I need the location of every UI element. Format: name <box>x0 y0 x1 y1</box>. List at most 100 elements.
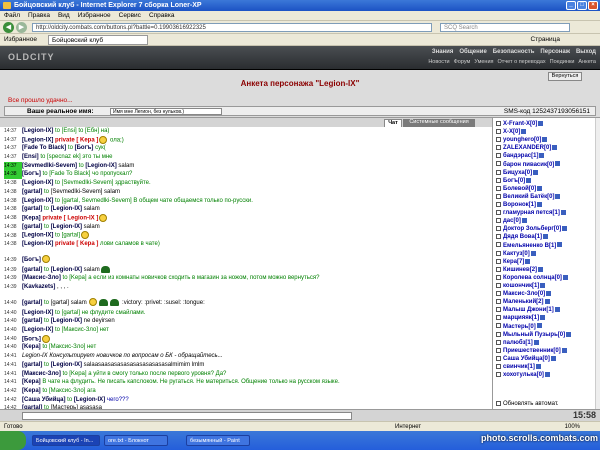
nickname-link[interactable]: [Kepa] <box>22 344 41 350</box>
user-list-item[interactable]: younghero[0] <box>496 136 548 144</box>
user-info-icon[interactable] <box>540 315 546 321</box>
user-select-checkbox[interactable] <box>496 250 501 256</box>
message-time[interactable]: 14:37 <box>4 127 22 136</box>
subnav-forum[interactable]: Форум <box>454 59 471 65</box>
nickname-link[interactable]: [gartal] <box>22 362 42 368</box>
message-time[interactable]: 14:38 <box>4 188 22 197</box>
message-time[interactable]: 14:37 <box>4 144 22 153</box>
user-list-item[interactable]: кошончик[1] <box>496 282 546 290</box>
user-select-checkbox[interactable] <box>496 291 501 297</box>
menu-tools[interactable]: Сервис <box>119 11 141 20</box>
user-name[interactable]: Дядя Вова[1] <box>503 234 542 240</box>
user-name[interactable]: Мастерь[0] <box>503 324 536 330</box>
nickname-link[interactable]: [Богъ] <box>75 145 94 151</box>
user-name[interactable]: Королева солнца[0] <box>503 275 562 281</box>
user-list-item[interactable]: свинчик[1] <box>496 363 541 371</box>
favorites-button[interactable]: Избранное <box>4 34 37 46</box>
nickname-link[interactable]: [Legion-IX] <box>22 310 53 316</box>
user-list-item[interactable]: Кишинев[2] <box>496 266 544 274</box>
nickname-link[interactable]: [Legion-IX] <box>22 233 53 239</box>
user-info-icon[interactable] <box>538 266 544 272</box>
user-info-icon[interactable] <box>521 218 527 224</box>
nickname-link[interactable]: [gartal] <box>22 206 42 212</box>
nickname-link[interactable]: [Legion-IX] <box>22 137 53 143</box>
taskbar-item-ie[interactable]: Бойцовский клуб - In... <box>32 435 100 446</box>
message-time[interactable]: 14:41 <box>4 352 22 361</box>
user-list-item[interactable]: бандэрас[1] <box>496 152 545 160</box>
user-select-checkbox[interactable] <box>496 258 501 264</box>
user-select-checkbox[interactable] <box>496 201 501 207</box>
user-select-checkbox[interactable] <box>496 210 501 216</box>
menu-file[interactable]: Файл <box>4 11 20 20</box>
window-titlebar[interactable]: Бойцовский клуб - Internet Explorer 7 сб… <box>0 0 600 11</box>
user-name[interactable]: марцияяк[1] <box>503 315 539 321</box>
user-name[interactable]: барон пивасик[0] <box>503 162 554 168</box>
user-select-checkbox[interactable] <box>496 161 501 167</box>
nickname-link[interactable]: [Legion-IX] <box>22 241 53 247</box>
message-time[interactable]: 14:39 <box>4 266 22 275</box>
tab-system-messages[interactable]: Системные сообщения <box>403 119 475 127</box>
user-select-checkbox[interactable] <box>496 185 501 191</box>
user-list-item[interactable]: палюбз[1] <box>496 339 539 347</box>
close-icon[interactable]: × <box>588 1 598 10</box>
user-info-icon[interactable] <box>554 307 560 313</box>
nickname-link[interactable]: [Kavkazets] <box>22 284 55 290</box>
user-list-item[interactable]: Богъ[0] <box>496 177 532 185</box>
user-name[interactable]: палюбз[1] <box>503 340 533 346</box>
user-name[interactable]: гламурная пется[1] <box>503 210 560 216</box>
user-info-icon[interactable] <box>560 210 566 216</box>
user-list-item[interactable]: ZALEXANDER[0] <box>496 144 558 152</box>
user-select-checkbox[interactable] <box>496 282 501 288</box>
autorefresh-toggle[interactable]: Обновлять автомат. <box>496 400 559 407</box>
taskbar-item-notepad[interactable]: ore.txt - Блокнот <box>104 435 168 446</box>
nickname-link[interactable]: [Богъ] <box>22 336 41 342</box>
user-name[interactable]: Болевой[0] <box>503 186 536 192</box>
page-menu-button[interactable]: Страница <box>531 34 560 46</box>
user-select-checkbox[interactable] <box>496 226 501 232</box>
user-select-checkbox[interactable] <box>496 355 501 361</box>
nickname-link[interactable]: [gartal] <box>22 300 42 306</box>
message-time[interactable]: 14:37 <box>4 161 22 171</box>
user-info-icon[interactable] <box>537 185 543 191</box>
start-button[interactable] <box>0 431 26 450</box>
user-name[interactable]: Емельяненко В[1] <box>503 243 556 249</box>
user-name[interactable]: Маленький[2] <box>503 299 544 305</box>
message-time[interactable]: 14:38 <box>4 179 22 188</box>
user-info-icon[interactable] <box>544 372 550 378</box>
nickname-link[interactable]: [Kepa] <box>22 388 41 394</box>
user-list-item[interactable]: марцияяк[1] <box>496 314 546 322</box>
message-time[interactable]: 14:40 <box>4 326 22 335</box>
user-list-item[interactable]: Малыш Джони[1] <box>496 306 560 314</box>
menu-favorites[interactable]: Избранное <box>78 11 111 20</box>
message-time[interactable]: 14:40 <box>4 317 22 326</box>
nickname-link[interactable]: [Legion-IX] <box>22 128 53 134</box>
user-info-icon[interactable] <box>540 282 546 288</box>
nickname-link[interactable]: [Legion-IX] <box>51 224 82 230</box>
user-name[interactable]: Кишинев[2] <box>503 267 537 273</box>
user-info-icon[interactable] <box>562 226 568 232</box>
nickname-link[interactable]: [Legion-IX] <box>22 180 53 186</box>
user-select-checkbox[interactable] <box>496 153 501 159</box>
message-time[interactable]: 14:41 <box>4 370 22 379</box>
nickname-link[interactable]: [Ensi] <box>22 154 39 160</box>
user-info-icon[interactable] <box>552 145 558 151</box>
nav-security[interactable]: Безопасность <box>493 49 535 55</box>
message-time[interactable]: 14:39 <box>4 283 22 292</box>
message-time[interactable]: 14:38 <box>4 214 22 222</box>
user-name[interactable]: бандэрас[1] <box>503 153 538 159</box>
user-info-icon[interactable] <box>546 291 552 297</box>
user-info-icon[interactable] <box>566 331 572 337</box>
nickname-link[interactable]: [Максис-Зло] <box>22 371 61 377</box>
user-select-checkbox[interactable] <box>496 331 501 337</box>
message-time[interactable]: 14:37 <box>4 153 22 162</box>
chat-input[interactable] <box>22 412 352 420</box>
nickname-link[interactable]: [Legion-IX] <box>22 198 53 204</box>
user-select-checkbox[interactable] <box>496 307 501 313</box>
user-info-icon[interactable] <box>543 234 549 240</box>
nickname-link[interactable]: [Kepa] <box>22 215 41 221</box>
user-list-item[interactable]: дас[0] <box>496 217 527 225</box>
user-name[interactable]: Приешественник[0] <box>503 348 561 354</box>
nickname-link[interactable]: [gartal] <box>22 189 42 195</box>
nav-exit[interactable]: Выход <box>576 49 596 55</box>
user-list-item[interactable]: барон пивасик[0] <box>496 161 561 169</box>
